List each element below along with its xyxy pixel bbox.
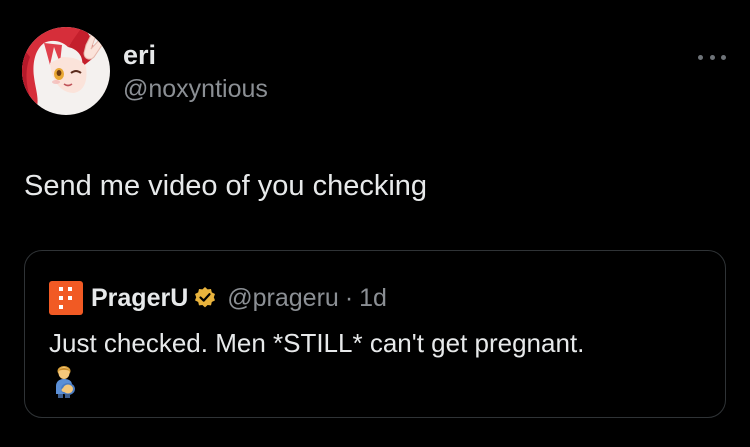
- tweet-text: Send me video of you checking: [24, 170, 428, 202]
- author-avatar[interactable]: [22, 27, 110, 115]
- prageru-logo-icon[interactable]: [49, 281, 83, 315]
- pregnant-man-emoji: [52, 364, 78, 398]
- author-handle[interactable]: @noxyntious: [123, 73, 268, 105]
- quoted-timestamp[interactable]: 1d: [359, 284, 387, 313]
- quoted-tweet-header: PragerU @prageru · 1d: [49, 281, 387, 315]
- quoted-tweet-text: Just checked. Men *STILL* can't get preg…: [49, 328, 585, 358]
- tweet: eri @noxyntious Send me video of you che…: [0, 0, 750, 447]
- quoted-display-name: PragerU: [91, 283, 189, 312]
- author-display-name[interactable]: eri: [123, 40, 268, 70]
- quoted-separator: ·: [344, 283, 354, 312]
- more-horizontal-icon[interactable]: [698, 52, 726, 62]
- verified-badge-icon: [193, 286, 217, 310]
- quoted-handle: @prageru: [227, 283, 339, 312]
- author-info: eri @noxyntious: [123, 40, 268, 105]
- quoted-tweet[interactable]: PragerU @prageru · 1d Just checked. Men …: [24, 250, 726, 418]
